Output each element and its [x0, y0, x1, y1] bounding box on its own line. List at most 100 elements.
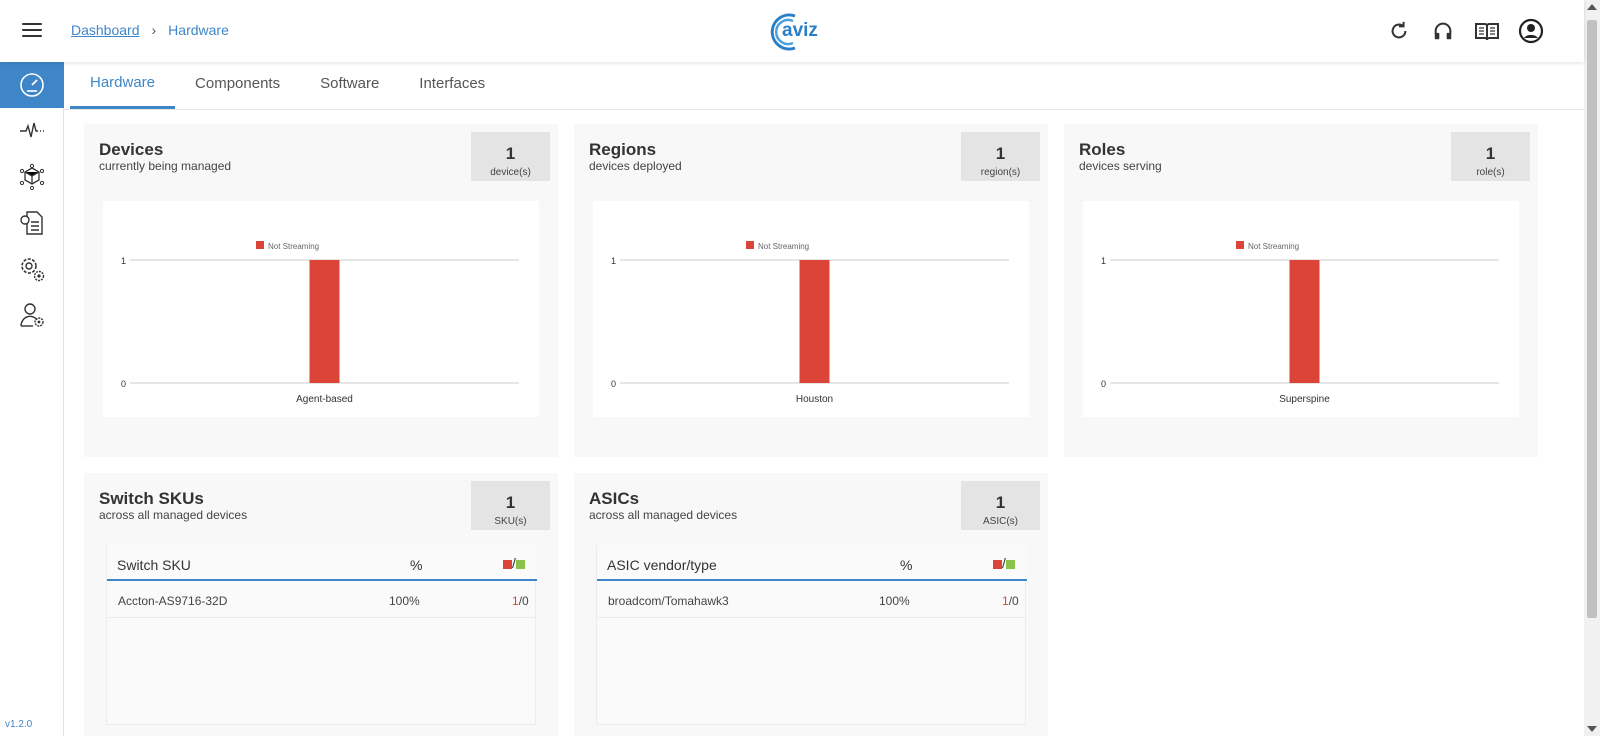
count-badge: 1 role(s): [1451, 132, 1530, 181]
version-label: v1.2.0: [5, 719, 33, 730]
card-title: Switch SKUs: [99, 489, 204, 508]
card-subtitle: devices deployed: [589, 159, 682, 173]
row-divider: [597, 617, 1027, 618]
count-badge: 1 ASIC(s): [961, 481, 1040, 530]
devices-chart: Not Streaming 1 0 Agent-based: [103, 201, 539, 417]
scroll-down-icon[interactable]: [1587, 726, 1597, 732]
sidebar-item-users[interactable]: [0, 292, 64, 338]
headset-icon[interactable]: [1430, 18, 1456, 44]
legend-label: Not Streaming: [268, 242, 319, 251]
count-unit: role(s): [1476, 167, 1505, 178]
tab-interfaces[interactable]: Interfaces: [399, 75, 505, 109]
count-unit: device(s): [490, 167, 531, 178]
bar: [309, 260, 340, 383]
tab-hardware[interactable]: Hardware: [70, 74, 176, 109]
table-header: Switch SKU % /: [107, 545, 537, 581]
scroll-up-icon[interactable]: [1587, 4, 1597, 10]
top-bar: Dashboard › Hardware aviz: [0, 0, 1584, 62]
card-title: Roles: [1079, 140, 1126, 159]
asic-name-cell: broadcom/Tomahawk3: [608, 594, 729, 608]
card-subtitle: across all managed devices: [99, 508, 248, 522]
refresh-icon[interactable]: [1386, 18, 1412, 44]
page-scrollbar[interactable]: [1584, 0, 1600, 736]
devices-card: Devices currently being managed 1 device…: [84, 124, 558, 457]
breadcrumb-separator-icon: ›: [151, 22, 157, 38]
dashboard-gauge-icon: [20, 73, 44, 97]
count-unit: region(s): [980, 167, 1021, 178]
count-value: 1: [995, 144, 1006, 163]
x-tick-label: Agent-based: [296, 394, 353, 405]
book-icon[interactable]: [1474, 18, 1500, 44]
y-tick-label: 1: [121, 256, 126, 266]
card-subtitle: across all managed devices: [589, 508, 738, 522]
sidebar-item-dashboard[interactable]: [0, 62, 64, 108]
x-tick-label: Houston: [796, 394, 833, 405]
roles-bar-chart: Not Streaming 1 0 Superspine: [1101, 241, 1499, 405]
asic-table: ASIC vendor/type % / broadcom/Tomahawk3 …: [596, 545, 1027, 725]
legend-label: Not Streaming: [758, 242, 809, 251]
breadcrumb: Dashboard › Hardware: [71, 22, 229, 38]
legend-label: Not Streaming: [1248, 242, 1299, 251]
regions-card: Regions devices deployed 1 region(s) Not…: [574, 124, 1048, 457]
not-streaming-swatch: [993, 559, 1002, 569]
scrollbar-thumb[interactable]: [1587, 20, 1597, 618]
bar: [799, 260, 830, 383]
tab-software[interactable]: Software: [300, 75, 399, 109]
column-header-percent: %: [410, 557, 423, 573]
switch-sku-table: Switch SKU % / Accton-AS9716-32D 100% 1/…: [106, 545, 537, 725]
not-streaming-swatch: [503, 559, 512, 569]
column-header-asic: ASIC vendor/type: [607, 557, 717, 573]
user-settings-icon: [20, 303, 44, 327]
regions-chart: Not Streaming 1 0 Houston: [593, 201, 1029, 417]
card-subtitle: devices serving: [1079, 159, 1162, 173]
sidebar-item-settings[interactable]: [0, 246, 64, 292]
legend-swatch: [1236, 241, 1244, 249]
hamburger-menu-icon[interactable]: [20, 20, 44, 42]
asic-status-cell: 1/0: [1002, 594, 1019, 608]
roles-chart: Not Streaming 1 0 Superspine: [1083, 201, 1519, 417]
streaming-swatch: [515, 559, 525, 569]
card-title: Regions: [589, 140, 657, 159]
sidebar-item-monitor[interactable]: [0, 108, 64, 154]
sidebar-item-inventory[interactable]: [0, 154, 64, 200]
count-value: 1: [1485, 144, 1496, 163]
y-tick-label: 0: [611, 379, 616, 389]
not-streaming-count: 1: [1002, 594, 1009, 608]
network-cube-icon: [19, 163, 45, 191]
asic-percent-cell: 100%: [879, 594, 910, 608]
count-badge: 1 SKU(s): [471, 481, 550, 530]
user-account-icon[interactable]: [1518, 18, 1544, 44]
streaming-count: /0: [518, 594, 529, 608]
column-header-status: /: [993, 555, 1015, 571]
settings-gears-icon: [21, 258, 45, 282]
streaming-swatch: [1005, 559, 1015, 569]
count-badge: 1 region(s): [961, 132, 1040, 181]
brand-name: aviz: [782, 20, 818, 41]
breadcrumb-dashboard-link[interactable]: Dashboard: [71, 22, 140, 38]
streaming-count: /0: [1008, 594, 1019, 608]
count-value: 1: [505, 493, 516, 512]
table-header: ASIC vendor/type % /: [597, 545, 1027, 581]
row-divider: [107, 617, 537, 618]
asics-card: ASICs across all managed devices 1 ASIC(…: [574, 473, 1048, 736]
card-title: Devices: [99, 140, 164, 159]
count-value: 1: [995, 493, 1006, 512]
tab-components[interactable]: Components: [175, 75, 300, 109]
sku-name-cell: Accton-AS9716-32D: [118, 594, 228, 608]
breadcrumb-current: Hardware: [168, 22, 229, 38]
count-unit: SKU(s): [494, 516, 527, 527]
card-title: ASICs: [589, 489, 640, 508]
devices-bar-chart: Not Streaming 1 0 Agent-based: [121, 241, 519, 405]
pulse-monitor-icon: [20, 122, 44, 138]
column-header-percent: %: [900, 557, 913, 573]
card-subtitle: currently being managed: [99, 159, 232, 173]
sidebar: v1.2.0: [0, 62, 64, 736]
y-tick-label: 0: [121, 379, 126, 389]
y-tick-label: 1: [1101, 256, 1106, 266]
bar: [1289, 260, 1320, 383]
legend-swatch: [746, 241, 754, 249]
sidebar-item-config[interactable]: [0, 200, 64, 246]
count-unit: ASIC(s): [983, 516, 1018, 527]
tab-bar: Hardware Components Software Interfaces: [64, 62, 1584, 110]
legend-swatch: [256, 241, 264, 249]
